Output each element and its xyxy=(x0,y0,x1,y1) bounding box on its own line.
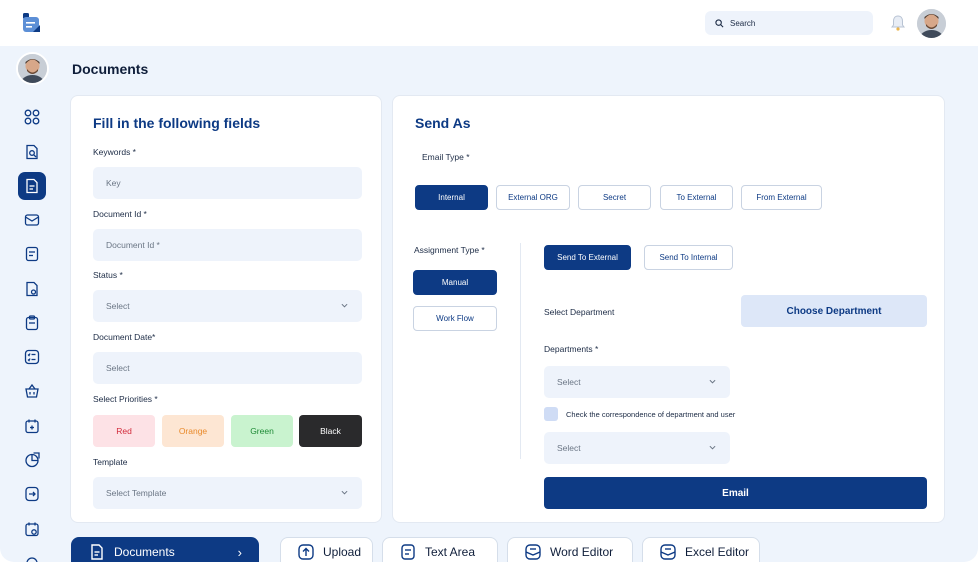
chart-pie-icon[interactable] xyxy=(18,446,46,474)
chevron-right-icon: › xyxy=(237,544,242,560)
word-editor-icon xyxy=(525,544,541,560)
keywords-input[interactable]: Key xyxy=(93,167,362,199)
tab-upload-label: Upload xyxy=(323,545,362,559)
departments-select[interactable]: Select xyxy=(544,366,730,398)
email-type-external-org[interactable]: External ORG xyxy=(496,185,570,210)
chevron-down-icon xyxy=(341,490,348,495)
template-value: Select Template xyxy=(106,488,167,498)
file-text-icon[interactable] xyxy=(18,240,46,268)
document-id-placeholder: Document Id * xyxy=(106,240,160,250)
email-type-to-external[interactable]: To External xyxy=(660,185,733,210)
fields-card-title: Fill in the following fields xyxy=(93,115,261,131)
tab-documents[interactable]: Documents › xyxy=(71,537,259,562)
keywords-placeholder: Key xyxy=(106,178,121,188)
send-as-title: Send As xyxy=(415,115,471,131)
dashboard-icon[interactable] xyxy=(18,103,46,131)
correspondence-label: Check the correspondence of department a… xyxy=(566,410,736,419)
tab-text-area[interactable]: Text Area xyxy=(382,537,498,562)
status-value: Select xyxy=(106,301,130,311)
tab-excel-editor[interactable]: Excel Editor xyxy=(642,537,760,562)
template-label: Template xyxy=(93,457,128,467)
search-icon xyxy=(715,18,724,27)
user-select-value: Select xyxy=(557,443,581,453)
chevron-down-icon xyxy=(709,379,716,384)
send-to-external-button[interactable]: Send To External xyxy=(544,245,631,270)
departments-label: Departments * xyxy=(544,344,599,354)
correspondence-checkbox[interactable] xyxy=(544,407,558,421)
select-department-label: Select Department xyxy=(544,307,615,317)
email-type-label: Email Type * xyxy=(422,152,470,162)
email-type-internal[interactable]: Internal xyxy=(415,185,488,210)
upload-icon xyxy=(298,544,314,560)
top-bar: Search xyxy=(0,0,978,46)
calendar-settings-icon[interactable] xyxy=(18,515,46,543)
priority-red-button[interactable]: Red xyxy=(93,415,155,447)
basket-icon[interactable] xyxy=(18,377,46,405)
user-select[interactable]: Select xyxy=(544,432,730,464)
status-label: Status * xyxy=(93,270,123,280)
checklist-icon[interactable] xyxy=(18,343,46,371)
more-icon[interactable] xyxy=(18,549,46,562)
email-type-secret[interactable]: Secret xyxy=(578,185,651,210)
assignment-type-label: Assignment Type * xyxy=(414,245,485,255)
keywords-label: Keywords * xyxy=(93,147,136,157)
template-select[interactable]: Select Template xyxy=(93,477,362,509)
excel-editor-icon xyxy=(660,544,676,560)
search-placeholder: Search xyxy=(730,18,756,28)
search-input[interactable]: Search xyxy=(705,11,873,35)
tab-word-editor-label: Word Editor xyxy=(550,545,614,559)
tab-documents-label: Documents xyxy=(114,545,175,559)
priority-black-button[interactable]: Black xyxy=(299,415,362,447)
document-id-input[interactable]: Document Id * xyxy=(93,229,362,261)
email-button[interactable]: Email xyxy=(544,477,927,509)
tab-word-editor[interactable]: Word Editor xyxy=(507,537,633,562)
tab-upload[interactable]: Upload xyxy=(280,537,373,562)
mail-icon[interactable] xyxy=(18,206,46,234)
assignment-manual-button[interactable]: Manual xyxy=(413,270,497,295)
departments-value: Select xyxy=(557,377,581,387)
send-to-internal-button[interactable]: Send To Internal xyxy=(644,245,733,270)
text-area-icon xyxy=(401,544,415,560)
document-shapes-icon[interactable] xyxy=(18,275,46,303)
document-date-input[interactable]: Select xyxy=(93,352,362,384)
clipboard-icon[interactable] xyxy=(18,309,46,337)
status-select[interactable]: Select xyxy=(93,290,362,322)
priority-green-button[interactable]: Green xyxy=(231,415,293,447)
choose-department-button[interactable]: Choose Department xyxy=(741,295,927,327)
page-title: Documents xyxy=(72,61,149,77)
documents-tab-icon xyxy=(91,544,103,560)
documents-icon[interactable] xyxy=(18,172,46,200)
email-type-from-external[interactable]: From External xyxy=(741,185,822,210)
bell-icon[interactable] xyxy=(890,14,906,32)
sidebar-avatar[interactable] xyxy=(16,52,49,85)
vertical-divider xyxy=(520,243,521,459)
priority-orange-button[interactable]: Orange xyxy=(162,415,224,447)
priorities-label: Select Priorities * xyxy=(93,394,158,404)
document-date-label: Document Date* xyxy=(93,332,156,342)
document-export-icon[interactable] xyxy=(18,480,46,508)
chevron-down-icon xyxy=(341,303,348,308)
user-avatar[interactable] xyxy=(917,9,946,38)
tab-excel-editor-label: Excel Editor xyxy=(685,545,750,559)
assignment-workflow-button[interactable]: Work Flow xyxy=(413,306,497,331)
app-logo-icon[interactable] xyxy=(23,13,41,33)
document-id-label: Document Id * xyxy=(93,209,147,219)
tab-text-area-label: Text Area xyxy=(425,545,476,559)
chevron-down-icon xyxy=(709,445,716,450)
document-search-icon[interactable] xyxy=(18,138,46,166)
document-date-value: Select xyxy=(106,363,130,373)
calendar-add-icon[interactable] xyxy=(18,412,46,440)
